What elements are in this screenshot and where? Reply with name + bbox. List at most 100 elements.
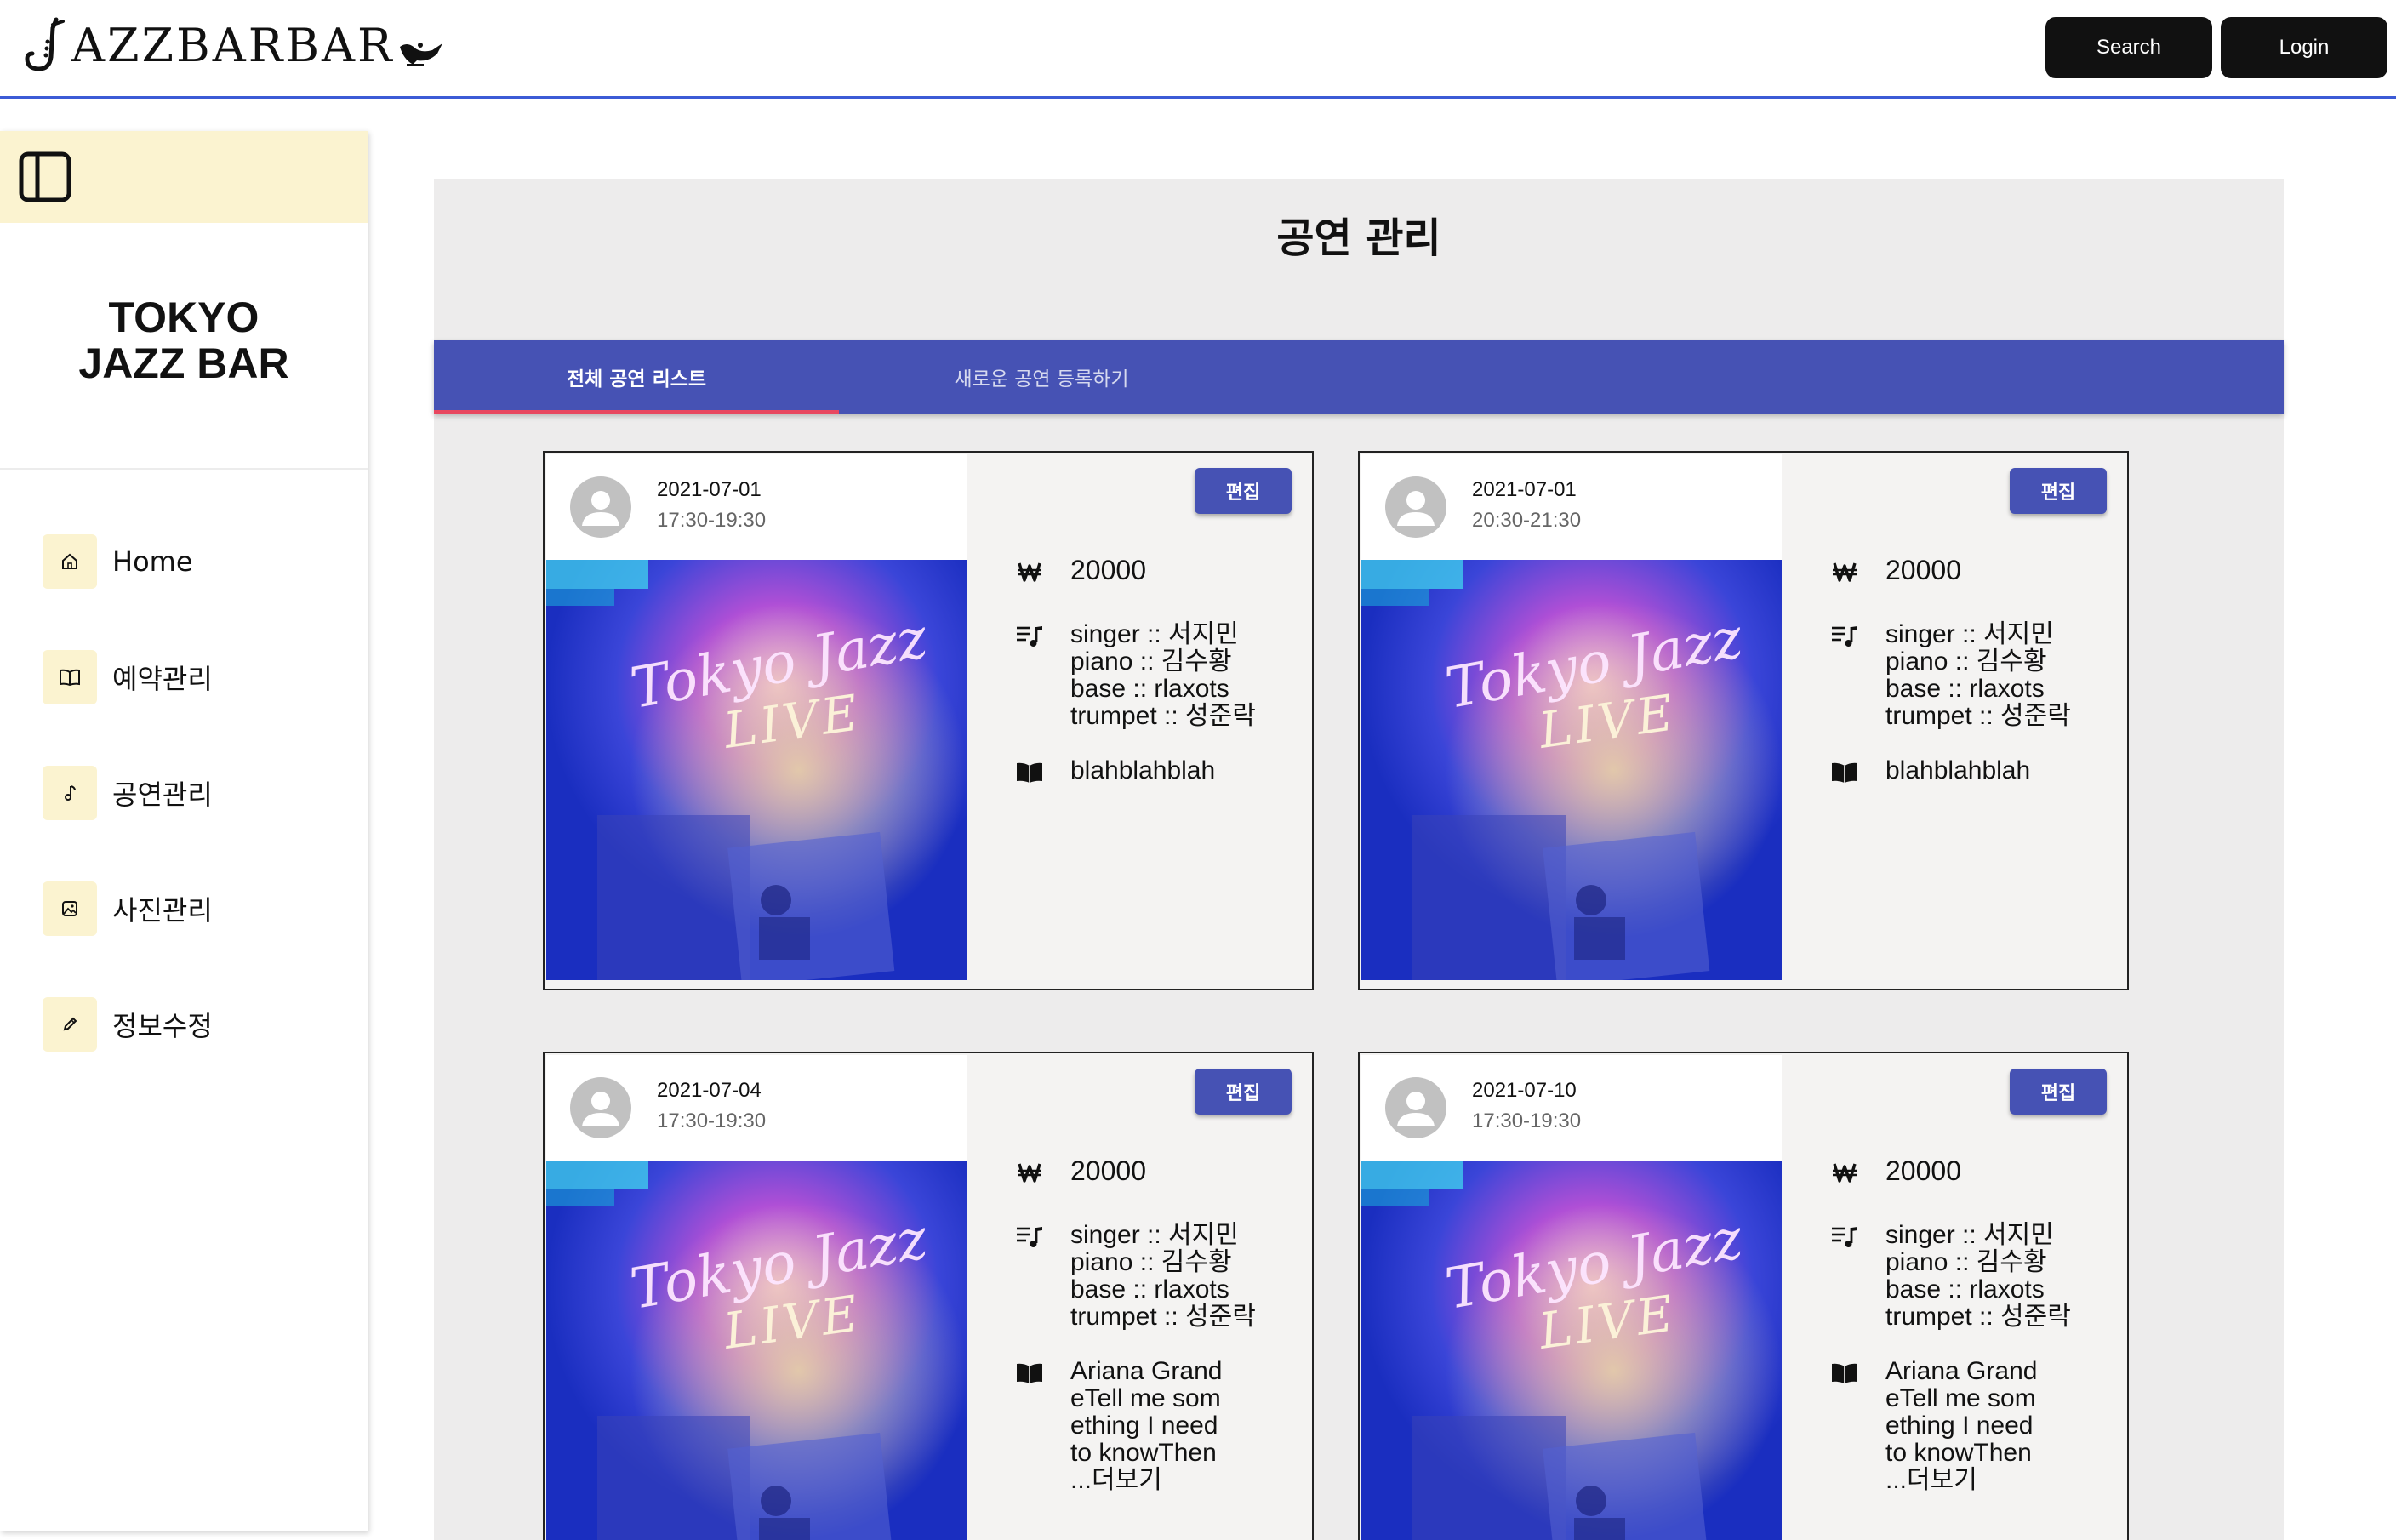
lineup-member: piano :: 김수황 — [1885, 647, 2047, 676]
performance-card: 2021-07-04 17:30-19:30 Tokyo Jazz LIVE 편… — [543, 1052, 1314, 1540]
description-line: eTell me som — [1885, 1384, 2036, 1412]
tab-all-performances[interactable]: 전체 공연 리스트 — [434, 340, 839, 414]
magic-lamp-icon — [399, 43, 442, 66]
neon-poster-graphic: Tokyo Jazz LIVE — [1361, 560, 1782, 980]
playlist-music-icon — [1829, 1222, 1860, 1252]
description-line[interactable]: ...더보기 — [1070, 1467, 1222, 1494]
open-book-icon — [1014, 757, 1045, 788]
playlist-music-icon — [1014, 1222, 1045, 1252]
performance-poster-image: Tokyo Jazz LIVE — [1361, 560, 1782, 980]
lineup-member: singer :: 서지민 — [1885, 620, 2054, 648]
top-bar: AZZBARBAR Search Login — [0, 0, 2396, 99]
lineup-member: trumpet :: 성준락 — [1070, 1303, 1256, 1331]
lineup-row: singer :: 서지민 piano :: 김수황 base :: rlaxots… — [1829, 621, 2071, 730]
lineup-member: singer :: 서지민 — [1070, 620, 1239, 648]
price-row: 20000 — [1014, 1157, 1146, 1188]
card-header: 2021-07-01 17:30-19:30 — [546, 454, 967, 560]
sidebar-item-label: Home — [112, 545, 193, 578]
book-icon — [43, 650, 97, 704]
price-row: 20000 — [1014, 556, 1146, 587]
avatar — [570, 1077, 631, 1138]
sidebar: TOKYO JAZZ BAR Home 예약관리 공연관리 사진관리 정보수정 — [0, 131, 368, 1531]
performance-poster-image: Tokyo Jazz LIVE — [1361, 1161, 1782, 1540]
description-text: Ariana Grand eTell me som ething I need to … — [1070, 1358, 1222, 1494]
neon-poster-graphic: Tokyo Jazz LIVE — [1361, 1161, 1782, 1540]
description-row: blahblahblah — [1829, 757, 2030, 788]
page-title: 공연 관리 — [1276, 214, 1441, 262]
avatar — [1385, 1077, 1446, 1138]
price-row: 20000 — [1829, 556, 1961, 587]
description-line[interactable]: ...더보기 — [1885, 1467, 2037, 1494]
lineup-list: singer :: 서지민 piano :: 김수황 base :: rlaxots… — [1070, 621, 1256, 730]
pencil-icon — [43, 997, 97, 1052]
description-line: eTell me som — [1070, 1384, 1221, 1412]
performance-date: 2021-07-01 — [657, 478, 762, 501]
music-note-icon — [43, 766, 97, 820]
tab-register-performance[interactable]: 새로운 공연 등록하기 — [839, 340, 1244, 414]
performance-poster-image: Tokyo Jazz LIVE — [546, 1161, 967, 1540]
avatar — [1385, 476, 1446, 538]
ticket-price: 20000 — [1885, 1155, 1961, 1186]
bar-name: TOKYO JAZZ BAR — [0, 294, 368, 386]
open-book-icon — [1829, 1358, 1860, 1389]
description-line: Ariana Grand — [1070, 1357, 1223, 1385]
active-tab-indicator — [434, 410, 839, 414]
search-button[interactable]: Search — [2045, 17, 2212, 78]
lineup-row: singer :: 서지민 piano :: 김수황 base :: rlaxots… — [1014, 1222, 1256, 1331]
description-text: blahblahblah — [1070, 757, 1215, 784]
lineup-member: base :: rlaxots — [1885, 1275, 2045, 1303]
playlist-music-icon — [1829, 621, 1860, 652]
won-icon — [1014, 1157, 1045, 1188]
won-icon — [1014, 556, 1045, 587]
description-line: ething I need — [1070, 1412, 1218, 1440]
lineup-list: singer :: 서지민 piano :: 김수황 base :: rlaxots… — [1885, 621, 2071, 730]
tab-bar: 전체 공연 리스트 새로운 공연 등록하기 — [434, 340, 2284, 414]
performance-time: 17:30-19:30 — [657, 1109, 767, 1132]
card-header: 2021-07-01 20:30-21:30 — [1361, 454, 1782, 560]
sidebar-item-label: 예약관리 — [112, 663, 213, 695]
performance-date: 2021-07-04 — [657, 1079, 762, 1102]
sidebar-item-label: 공연관리 — [112, 779, 213, 811]
login-button[interactable]: Login — [2221, 17, 2387, 78]
sidebar-item-photos[interactable]: 사진관리 — [43, 881, 213, 936]
description-row: Ariana Grand eTell me som ething I need to … — [1829, 1358, 2037, 1494]
avatar — [570, 476, 631, 538]
description-line: ething I need — [1885, 1412, 2034, 1440]
lineup-member: base :: rlaxots — [1070, 1275, 1229, 1303]
lineup-member: trumpet :: 성준락 — [1885, 702, 2071, 730]
description-line: blahblahblah — [1070, 756, 1216, 784]
edit-button[interactable]: 편집 — [1195, 1069, 1292, 1115]
open-book-icon — [1014, 1358, 1045, 1389]
sidebar-item-reservations[interactable]: 예약관리 — [43, 650, 213, 704]
sidebar-toggle-icon[interactable] — [19, 151, 71, 202]
performance-date: 2021-07-10 — [1472, 1079, 1577, 1102]
edit-button[interactable]: 편집 — [2010, 1069, 2107, 1115]
performance-poster-image: Tokyo Jazz LIVE — [546, 560, 967, 980]
performance-time: 17:30-19:30 — [657, 509, 767, 532]
sidebar-item-label: 사진관리 — [112, 894, 213, 927]
edit-button[interactable]: 편집 — [1195, 468, 1292, 514]
description-line: to knowThen — [1885, 1439, 2032, 1467]
description-row: Ariana Grand eTell me som ething I need to … — [1014, 1358, 1222, 1494]
ticket-price: 20000 — [1070, 555, 1146, 585]
performance-time: 17:30-19:30 — [1472, 1109, 1582, 1132]
sidebar-item-home[interactable]: Home — [43, 534, 193, 589]
ticket-price: 20000 — [1885, 555, 1961, 585]
performance-card: 2021-07-01 20:30-21:30 Tokyo Jazz LIVE 편… — [1358, 451, 2129, 990]
neon-poster-graphic: Tokyo Jazz LIVE — [546, 560, 967, 980]
home-icon — [43, 534, 97, 589]
lineup-row: singer :: 서지민 piano :: 김수황 base :: rlaxots… — [1829, 1222, 2071, 1331]
performance-time: 20:30-21:30 — [1472, 509, 1582, 532]
lineup-member: base :: rlaxots — [1070, 675, 1229, 703]
won-icon — [1829, 556, 1860, 587]
description-text: Ariana Grand eTell me som ething I need to … — [1885, 1358, 2037, 1494]
sidebar-item-edit-info[interactable]: 정보수정 — [43, 997, 213, 1052]
description-line: to knowThen — [1070, 1439, 1217, 1467]
sidebar-item-performances[interactable]: 공연관리 — [43, 766, 213, 820]
edit-button[interactable]: 편집 — [2010, 468, 2107, 514]
lineup-member: singer :: 서지민 — [1885, 1221, 2054, 1249]
lineup-member: base :: rlaxots — [1885, 675, 2045, 703]
lineup-list: singer :: 서지민 piano :: 김수황 base :: rlaxots… — [1885, 1222, 2071, 1331]
jazzbarbar-logo[interactable]: AZZBARBAR — [19, 15, 446, 77]
sidebar-item-label: 정보수정 — [112, 1010, 213, 1042]
